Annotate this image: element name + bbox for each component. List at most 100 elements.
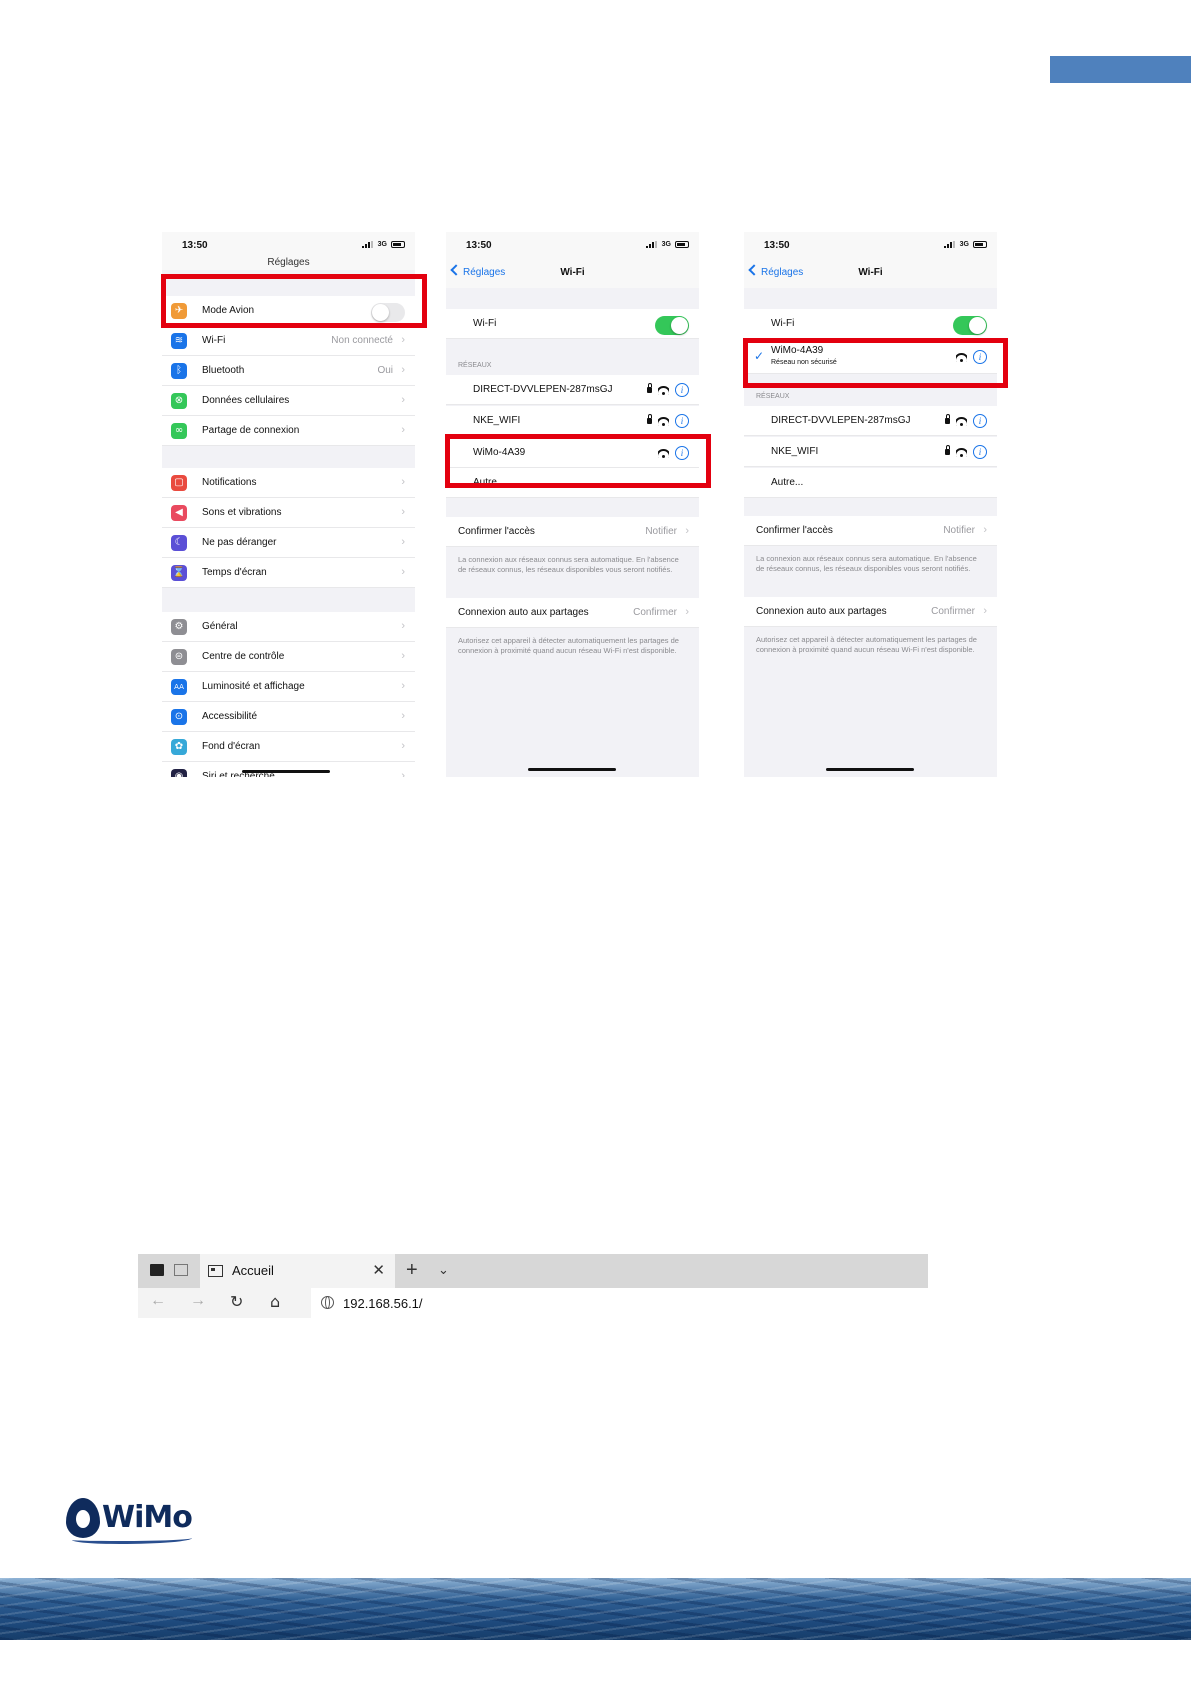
network-type: 3G — [661, 241, 671, 248]
network-name: NKE_WIFI — [473, 415, 521, 426]
auto-hotspot-row[interactable]: Connexion auto aux partages Confirmer › — [744, 597, 997, 627]
chevron-right-icon: › — [983, 605, 987, 617]
info-icon[interactable]: i — [973, 414, 987, 428]
confirm-access-row[interactable]: Confirmer l'accès Notifier › — [744, 516, 997, 546]
auto-hotspot-value: Confirmer — [633, 607, 677, 618]
confirm-access-row[interactable]: Confirmer l'accès Notifier › — [446, 517, 699, 547]
network-type: 3G — [377, 241, 387, 248]
tab-preview-icon[interactable] — [174, 1264, 188, 1276]
network-row[interactable]: NKE_WIFI i — [744, 437, 997, 467]
forward-arrow-icon[interactable]: → — [190, 1292, 206, 1310]
confirm-access-label: Confirmer l'accès — [756, 525, 833, 536]
info-icon[interactable]: i — [675, 383, 689, 397]
settings-row-label: Luminosité et affichage — [202, 681, 305, 692]
settings-row[interactable]: ▢ Notifications › — [162, 468, 415, 498]
settings-row-label: Accessibilité — [202, 711, 258, 722]
network-name: DIRECT-DVVLEPEN-287msGJ — [473, 384, 613, 395]
tab-aside-icon[interactable] — [150, 1264, 164, 1276]
flower-icon: ✿ — [171, 739, 187, 755]
settings-row-label: Wi-Fi — [202, 335, 226, 346]
settings-row[interactable]: ≋ Wi-Fi Non connecté › — [162, 326, 415, 356]
lock-icon — [647, 414, 652, 424]
status-bar: 13:50 3G — [162, 232, 415, 258]
network-row[interactable]: NKE_WIFI i — [446, 406, 699, 436]
chevron-right-icon: › — [401, 506, 405, 518]
wifi-toggle[interactable] — [953, 316, 987, 335]
chevron-right-icon: › — [401, 650, 405, 662]
signal-icon — [944, 241, 955, 248]
home-indicator — [826, 768, 914, 771]
sea-banner-image — [0, 1578, 1191, 1640]
settings-row[interactable]: ⊜ Centre de contrôle › — [162, 642, 415, 672]
chevron-right-icon: › — [401, 680, 405, 692]
wifi-toggle[interactable] — [655, 316, 689, 335]
settings-row-label: Sons et vibrations — [202, 507, 282, 518]
highlight-airplane-mode — [161, 274, 427, 328]
settings-row-label: Données cellulaires — [202, 395, 290, 406]
signal-icon — [362, 241, 373, 248]
other-label: Autre... — [771, 477, 804, 488]
wifi-signal-icon — [658, 385, 669, 395]
page-title: Wi-Fi — [858, 267, 883, 278]
status-bar: 13:50 3G — [744, 232, 997, 258]
page-title: Wi-Fi — [560, 267, 585, 278]
wimo-logo: WiMo — [66, 1496, 196, 1546]
confirm-access-note: La connexion aux réseaux connus sera aut… — [458, 555, 679, 574]
settings-row[interactable]: ✿ Fond d'écran › — [162, 732, 415, 762]
notification-icon: ▢ — [171, 475, 187, 491]
settings-row[interactable]: ◀ Sons et vibrations › — [162, 498, 415, 528]
wifi-connected-screenshot: 13:50 3G Réglages Wi-Fi Wi-Fi ✓ WiMo-4A3… — [744, 232, 997, 777]
settings-row[interactable]: ∞ Partage de connexion › — [162, 416, 415, 446]
auto-hotspot-label: Connexion auto aux partages — [756, 606, 887, 617]
settings-row[interactable]: ☾ Ne pas déranger › — [162, 528, 415, 558]
auto-hotspot-row[interactable]: Connexion auto aux partages Confirmer › — [446, 598, 699, 628]
address-bar: ← → ↻ ⌂ 192.168.56.1/ — [138, 1288, 928, 1318]
browser-tab[interactable]: Accueil ✕ — [200, 1254, 395, 1288]
switches-icon: ⊜ — [171, 649, 187, 665]
chevron-right-icon: › — [401, 394, 405, 406]
status-time: 13:50 — [466, 240, 492, 251]
settings-row[interactable]: ⊙ Accessibilité › — [162, 702, 415, 732]
auto-hotspot-label: Connexion auto aux partages — [458, 607, 589, 618]
info-icon[interactable]: i — [675, 414, 689, 428]
settings-row-value: Non connecté — [331, 335, 393, 346]
settings-row[interactable]: ⚙ Général › — [162, 612, 415, 642]
chevron-right-icon: › — [401, 364, 405, 376]
confirm-access-value: Notifier — [645, 526, 677, 537]
wifi-icon: ≋ — [171, 333, 187, 349]
settings-row[interactable]: ⌛ Temps d'écran › — [162, 558, 415, 588]
new-tab-button[interactable]: + — [406, 1259, 418, 1282]
other-network-row[interactable]: Autre... — [744, 468, 997, 498]
wifi-signal-icon — [956, 416, 967, 426]
droplet-icon — [66, 1498, 100, 1538]
siri-icon: ◉ — [171, 769, 187, 777]
wifi-toggle-row: Wi-Fi — [446, 309, 699, 339]
settings-row[interactable]: AA Luminosité et affichage › — [162, 672, 415, 702]
settings-row[interactable]: ⊗ Données cellulaires › — [162, 386, 415, 416]
page-title: Réglages — [267, 257, 310, 268]
settings-row[interactable]: ᛒ Bluetooth Oui › — [162, 356, 415, 386]
info-icon[interactable]: i — [973, 445, 987, 459]
chevron-right-icon: › — [401, 566, 405, 578]
url-input[interactable]: 192.168.56.1/ — [311, 1288, 928, 1318]
nav-bar: Réglages Wi-Fi — [446, 258, 699, 288]
bluetooth-icon: ᛒ — [171, 363, 187, 379]
network-row[interactable]: DIRECT-DVVLEPEN-287msGJ i — [744, 406, 997, 436]
networks-section-header: RÉSEAUX — [458, 362, 492, 369]
chevron-right-icon: › — [401, 424, 405, 436]
wifi-toggle-row: Wi-Fi — [744, 309, 997, 339]
settings-row-label: Fond d'écran — [202, 741, 261, 752]
chevron-down-icon[interactable]: ⌄ — [438, 1262, 449, 1278]
wifi-signal-icon — [956, 447, 967, 457]
network-row[interactable]: DIRECT-DVVLEPEN-287msGJ i — [446, 375, 699, 405]
logo-swoosh — [72, 1534, 192, 1544]
home-indicator — [242, 770, 330, 773]
lock-icon — [945, 414, 950, 424]
refresh-icon[interactable]: ↻ — [230, 1292, 243, 1312]
close-tab-icon[interactable]: ✕ — [372, 1261, 385, 1279]
back-arrow-icon[interactable]: ← — [150, 1292, 166, 1310]
home-icon[interactable]: ⌂ — [270, 1292, 280, 1311]
chevron-right-icon: › — [401, 334, 405, 346]
header-accent-bar — [1050, 56, 1191, 83]
network-name: NKE_WIFI — [771, 446, 819, 457]
